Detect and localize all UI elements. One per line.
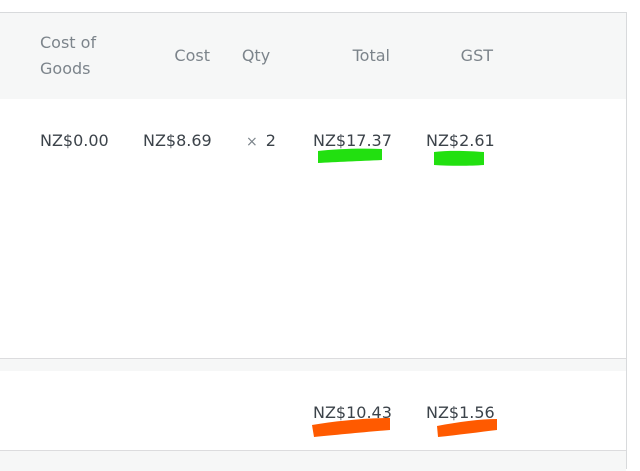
- item-cost-of-goods: NZ$0.00: [40, 131, 109, 150]
- column-header-gst: GST: [460, 46, 493, 65]
- item-cost: NZ$8.69: [143, 131, 212, 150]
- item-qty: × 2: [246, 131, 276, 150]
- refund-total: NZ$10.43: [313, 403, 392, 422]
- item-gst: NZ$2.61: [426, 131, 495, 150]
- order-items-panel: Cost of Goods Cost Qty Total GST NZ$0.00…: [0, 12, 627, 471]
- item-total: NZ$17.37: [313, 131, 392, 150]
- column-header-total: Total: [352, 46, 390, 65]
- item-qty-value: 2: [265, 131, 276, 150]
- items-table-header: Cost of Goods Cost Qty Total GST: [0, 13, 626, 99]
- refund-gst: NZ$1.56: [426, 403, 495, 422]
- times-icon: ×: [246, 134, 258, 150]
- column-header-qty: Qty: [241, 46, 271, 65]
- section-divider: [0, 358, 626, 371]
- column-header-cost-of-goods: Cost of Goods: [40, 33, 97, 78]
- table-footer: [0, 450, 626, 471]
- column-header-cost: Cost: [174, 46, 210, 65]
